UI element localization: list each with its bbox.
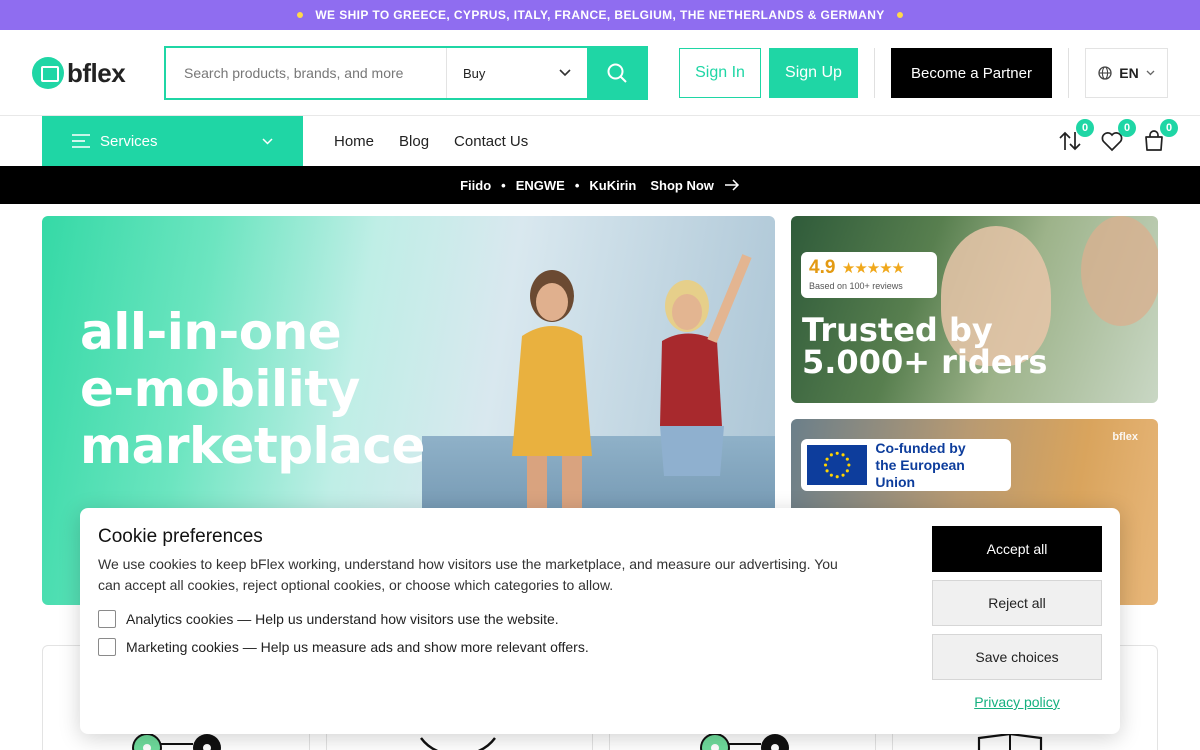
trust-promo-title: Trusted by 5.000+ riders [802,314,1047,378]
search-bar: Buy [164,46,648,100]
cookie-dialog-description: We use cookies to keep bFlex working, un… [98,556,838,593]
chevron-down-icon [559,69,571,77]
wishlist-count-badge: 0 [1118,119,1136,137]
eu-funding-text-line: the European Union [875,456,965,490]
search-button[interactable] [587,48,646,98]
box-icon [977,734,1043,750]
shop-now-link[interactable]: Shop Now [650,178,714,193]
menu-icon [72,134,90,148]
cart-count-badge: 0 [1160,119,1178,137]
main-nav: Services Home Blog Contact Us 0 0 0 [0,116,1200,166]
brand-separator: • [574,177,580,193]
hero-title-line: marketplace [80,417,425,475]
analytics-cookies-checkbox[interactable] [98,610,116,628]
scooter-wheels-icon [700,734,789,750]
logo-text: bflex [67,57,126,88]
search-mode-select[interactable]: Buy [446,48,587,98]
wishlist-button[interactable]: 0 [1098,119,1136,155]
cookie-dialog-title: Cookie preferences [98,526,263,547]
promo-brandmark: bflex [1112,431,1138,443]
hero-title: all-in-one e-mobility marketplace [80,304,425,475]
brand-fiido[interactable]: Fiido [460,178,491,193]
nav-link-contact[interactable]: Contact Us [454,133,528,150]
sign-up-button[interactable]: Sign Up [769,48,858,98]
globe-icon [1098,66,1112,80]
brand-strip[interactable]: Fiido • ENGWE • KuKirin Shop Now [0,166,1200,204]
header-divider [1068,48,1069,98]
rating-stars-icon: ★★★★★ [841,260,905,277]
services-menu-button[interactable]: Services [42,116,303,166]
compare-count-badge: 0 [1076,119,1094,137]
become-partner-button[interactable]: Become a Partner [891,48,1052,98]
eu-funding-badge: Co-funded by the European Union [801,439,1011,491]
exchange-cycle-icon [420,737,496,750]
logo-mark-icon [32,57,64,89]
reject-all-button[interactable]: Reject all [932,580,1102,626]
brand-separator: • [501,177,506,193]
bullet-dot-icon [896,12,903,18]
services-label: Services [100,132,158,150]
promo-person-image [1081,216,1158,326]
cookie-preferences-dialog: Cookie preferences We use cookies to kee… [80,508,1120,734]
site-header: bflex Buy Sign In Sign Up Become a Partn… [0,30,1200,116]
header-divider [874,48,875,98]
rating-score: 4.9 [809,257,836,278]
analytics-cookies-option[interactable]: Analytics cookies — Help us understand h… [98,610,559,628]
analytics-cookies-label: Analytics cookies — Help us understand h… [126,611,559,627]
announcement-text: WE SHIP TO GREECE, CYPRUS, ITALY, FRANCE… [315,8,885,22]
nav-links: Home Blog Contact Us [334,116,528,166]
save-choices-button[interactable]: Save choices [932,634,1102,680]
arrow-right-icon [724,179,739,191]
compare-button[interactable]: 0 [1056,119,1094,155]
logo[interactable]: bflex [32,56,126,90]
cart-button[interactable]: 0 [1140,119,1178,155]
hero-title-line: all-in-one [80,303,342,361]
brand-engwe[interactable]: ENGWE [516,178,565,193]
rating-reviews-count: Based on 100+ reviews [809,281,903,291]
accept-all-button[interactable]: Accept all [932,526,1102,572]
trust-promo-banner[interactable]: 4.9 ★★★★★ Based on 100+ reviews Trusted … [791,216,1158,403]
eu-funding-text: Co-funded by the European Union [875,440,1005,491]
scooter-wheels-icon [132,734,221,750]
marketing-cookies-option[interactable]: Marketing cookies — Help us measure ads … [98,638,589,656]
search-icon [607,63,627,83]
privacy-policy-link[interactable]: Privacy policy [932,694,1102,710]
chevron-down-icon [262,137,273,145]
hero-title-line: e-mobility [80,360,360,418]
nav-link-home[interactable]: Home [334,133,374,150]
brand-kukirin[interactable]: KuKirin [589,178,636,193]
trust-promo-title-line: 5.000+ riders [802,343,1048,381]
sign-in-button[interactable]: Sign In [679,48,761,98]
nav-action-icons: 0 0 0 [1056,116,1178,166]
eu-flag-icon [807,445,868,485]
marketing-cookies-label: Marketing cookies — Help us measure ads … [126,639,589,655]
trust-promo-title-line: Trusted by [802,311,993,349]
marketing-cookies-checkbox[interactable] [98,638,116,656]
bullet-dot-icon [297,12,304,18]
search-mode-value: Buy [463,65,486,81]
nav-link-blog[interactable]: Blog [399,133,429,150]
rating-card: 4.9 ★★★★★ Based on 100+ reviews [801,252,937,298]
chevron-down-icon [1146,70,1155,76]
eu-funding-text-line: Co-funded by [875,439,966,456]
search-input[interactable] [166,48,446,98]
language-code: EN [1119,65,1139,81]
language-selector[interactable]: EN [1085,48,1168,98]
announcement-bar: WE SHIP TO GREECE, CYPRUS, ITALY, FRANCE… [0,0,1200,30]
